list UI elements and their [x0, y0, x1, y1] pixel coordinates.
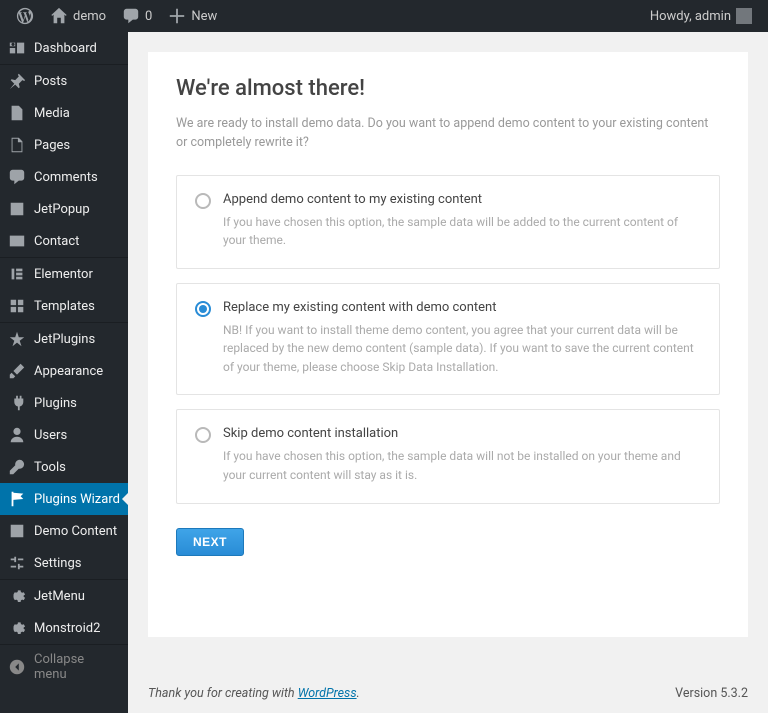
page-title: We're almost there!	[176, 76, 720, 101]
sidebar-item-tools[interactable]: Tools	[0, 451, 128, 483]
new-label: New	[191, 9, 217, 24]
inbox-icon	[8, 522, 26, 540]
option-title: Skip demo content installation	[223, 426, 701, 441]
option-2[interactable]: Skip demo content installation If you hav…	[176, 409, 720, 503]
sidebar-item-plugins-wizard[interactable]: Plugins Wizard	[0, 483, 128, 515]
sidebar-item-media[interactable]: Media	[0, 97, 128, 129]
site-name-link[interactable]: demo	[42, 0, 114, 32]
collapse-icon	[8, 658, 26, 676]
footer-thanks-prefix: Thank you for creating with	[148, 686, 298, 701]
home-icon	[50, 7, 68, 25]
option-title: Append demo content to my existing conte…	[223, 192, 701, 207]
options-group: Append demo content to my existing conte…	[176, 175, 720, 504]
sidebar-item-contact[interactable]: Contact	[0, 225, 128, 257]
sidebar-item-label: Pages	[34, 138, 70, 153]
sidebar-item-label: Comments	[34, 170, 98, 185]
plug-icon	[8, 394, 26, 412]
option-1[interactable]: Replace my existing content with demo co…	[176, 283, 720, 396]
brush-icon	[8, 362, 26, 380]
sidebar-item-label: Plugins	[34, 396, 77, 411]
comments-link[interactable]: 0	[114, 0, 160, 32]
sidebar-item-label: JetPopup	[34, 202, 90, 217]
sidebar-item-users[interactable]: Users	[0, 419, 128, 451]
version-label: Version 5.3.2	[675, 686, 748, 701]
option-0[interactable]: Append demo content to my existing conte…	[176, 175, 720, 269]
sidebar-item-dashboard[interactable]: Dashboard	[0, 32, 128, 64]
sidebar-item-label: JetMenu	[34, 589, 85, 604]
new-content-link[interactable]: New	[160, 0, 225, 32]
sidebar-item-jetpopup[interactable]: JetPopup	[0, 193, 128, 225]
sliders-icon	[8, 554, 26, 572]
comments-count: 0	[145, 9, 152, 24]
gear-icon	[8, 619, 26, 637]
pin-icon	[8, 72, 26, 90]
option-title: Replace my existing content with demo co…	[223, 300, 701, 315]
sidebar-item-label: JetPlugins	[34, 332, 95, 347]
sidebar-item-label: Plugins Wizard	[34, 492, 120, 507]
admin-sidebar: Dashboard Posts Media Pages Comments JetPopup…	[0, 32, 128, 713]
radio-1[interactable]	[195, 301, 211, 317]
sidebar-item-jetplugins[interactable]: JetPlugins	[0, 323, 128, 355]
footer-thanks-suffix: .	[357, 686, 360, 701]
dashboard-icon	[8, 39, 26, 57]
sidebar-item-label: Elementor	[34, 267, 93, 282]
jet-icon	[8, 330, 26, 348]
option-desc: If you have chosen this option, the samp…	[223, 213, 701, 250]
sidebar-item-label: Templates	[34, 299, 95, 314]
sidebar-item-label: Users	[34, 428, 67, 443]
wp-logo[interactable]	[8, 0, 42, 32]
wordpress-link[interactable]: WordPress	[298, 686, 357, 701]
sidebar-item-demo-content[interactable]: Demo Content	[0, 515, 128, 547]
wordpress-icon	[16, 7, 34, 25]
sidebar-item-jetmenu[interactable]: JetMenu	[0, 580, 128, 612]
sidebar-item-label: Posts	[34, 74, 67, 89]
footer: Thank you for creating with WordPress. V…	[128, 674, 768, 713]
radio-2[interactable]	[195, 427, 211, 443]
flag-icon	[8, 490, 26, 508]
sidebar-item-posts[interactable]: Posts	[0, 65, 128, 97]
comment-icon	[8, 168, 26, 186]
page-icon	[8, 136, 26, 154]
sidebar-item-label: Media	[34, 106, 70, 121]
comment-icon	[122, 7, 140, 25]
sidebar-item-elementor[interactable]: Elementor	[0, 258, 128, 290]
content-area: We're almost there! We are ready to inst…	[128, 32, 768, 713]
admin-bar: demo 0 New Howdy, admin	[0, 0, 768, 32]
gear-icon	[8, 587, 26, 605]
sidebar-item-monstroid2[interactable]: Monstroid2	[0, 612, 128, 644]
envelope-icon	[8, 232, 26, 250]
popup-icon	[8, 200, 26, 218]
avatar	[736, 8, 752, 24]
sidebar-item-comments[interactable]: Comments	[0, 161, 128, 193]
account-link[interactable]: Howdy, admin	[642, 0, 760, 32]
option-desc: NB! If you want to install theme demo co…	[223, 321, 701, 377]
user-icon	[8, 426, 26, 444]
sidebar-item-plugins[interactable]: Plugins	[0, 387, 128, 419]
sidebar-item-templates[interactable]: Templates	[0, 290, 128, 322]
templates-icon	[8, 297, 26, 315]
sidebar-item-appearance[interactable]: Appearance	[0, 355, 128, 387]
sidebar-item-label: Monstroid2	[34, 621, 100, 636]
sidebar-item-label: Settings	[34, 556, 81, 571]
sidebar-item-settings[interactable]: Settings	[0, 547, 128, 579]
wizard-panel: We're almost there! We are ready to inst…	[148, 52, 748, 637]
option-desc: If you have chosen this option, the samp…	[223, 447, 701, 484]
greeting-label: Howdy, admin	[650, 9, 731, 24]
sidebar-item-label: Tools	[34, 460, 66, 475]
sidebar-item-pages[interactable]: Pages	[0, 129, 128, 161]
sidebar-item-label: Demo Content	[34, 524, 117, 539]
page-subtitle: We are ready to install demo data. Do yo…	[176, 115, 720, 153]
sidebar-item-collapse-menu[interactable]: Collapse menu	[0, 645, 128, 689]
next-button[interactable]: NEXT	[176, 528, 244, 556]
sidebar-item-label: Collapse menu	[34, 652, 120, 682]
plus-icon	[168, 7, 186, 25]
media-icon	[8, 104, 26, 122]
sidebar-item-label: Dashboard	[34, 41, 97, 56]
site-name-label: demo	[73, 9, 106, 24]
sidebar-item-label: Appearance	[34, 364, 103, 379]
sidebar-item-label: Contact	[34, 234, 79, 249]
radio-0[interactable]	[195, 193, 211, 209]
elementor-icon	[8, 265, 26, 283]
wrench-icon	[8, 458, 26, 476]
